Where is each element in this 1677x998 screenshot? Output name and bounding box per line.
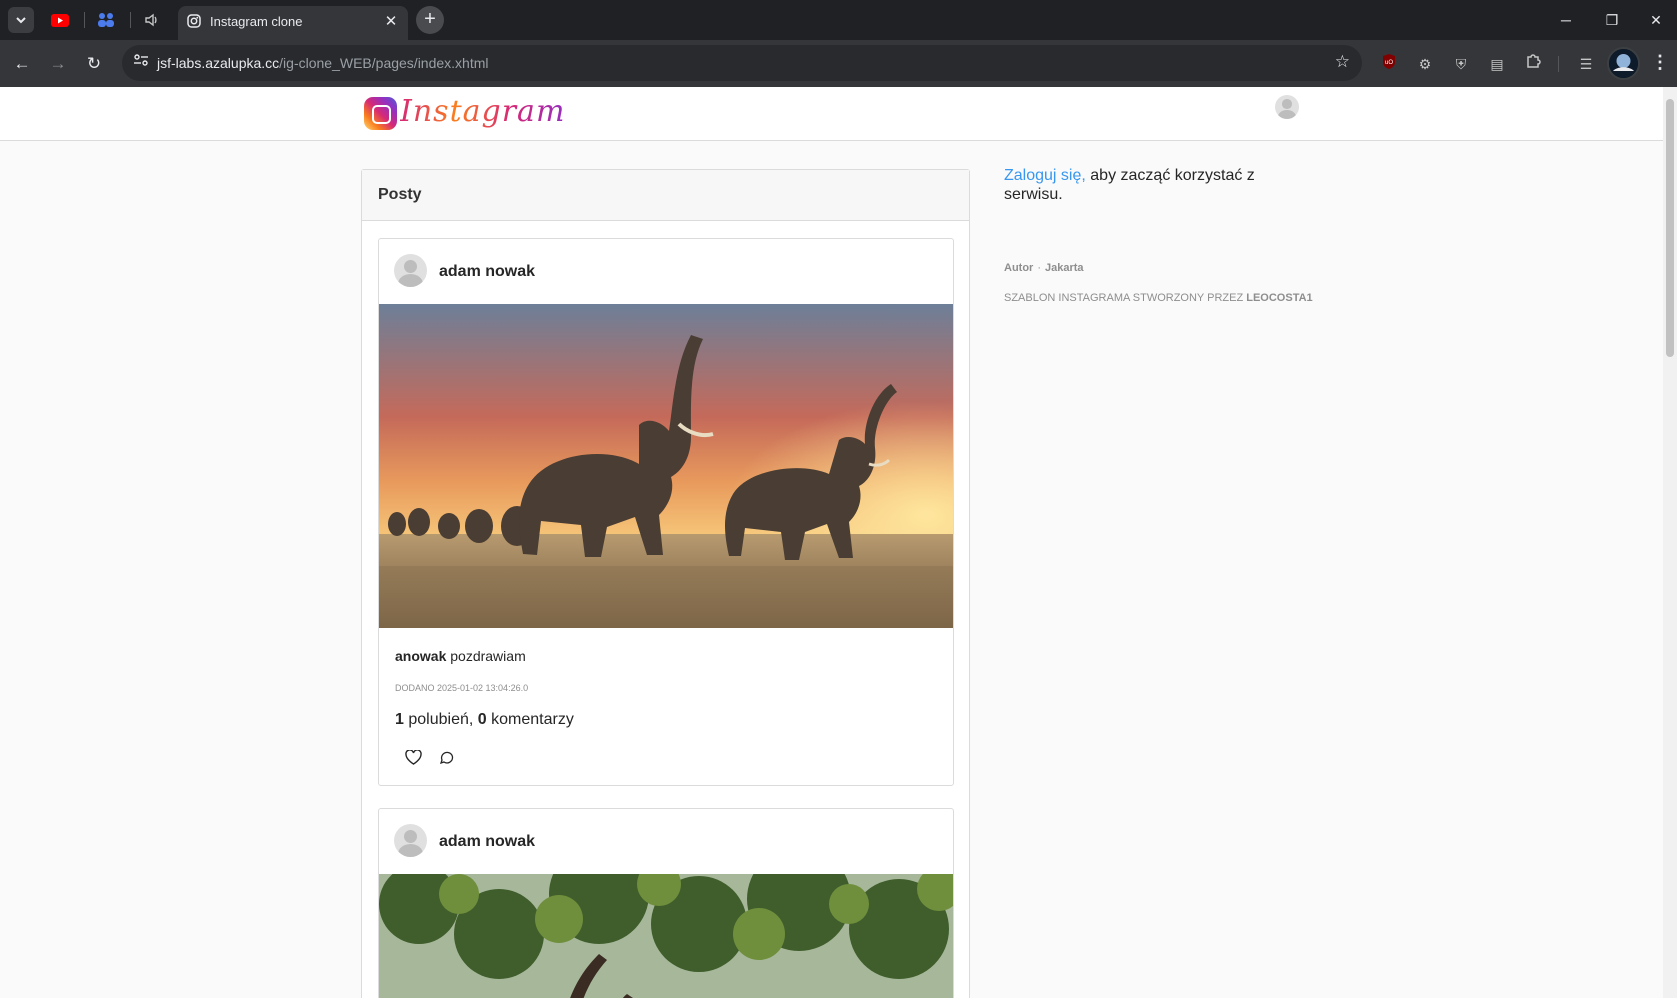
posts-card: Posty adam nowak anowak pozdrawiam DODAN… bbox=[361, 169, 970, 998]
post-card: adam nowak bbox=[378, 238, 954, 786]
url-path: /ig-clone_WEB/pages/index.xhtml bbox=[279, 55, 489, 71]
forward-icon[interactable]: → bbox=[44, 50, 72, 78]
post-counts: 1 polubień, 0 komentarzy bbox=[395, 711, 574, 729]
posts-title: Posty bbox=[378, 186, 422, 203]
minimize-icon[interactable]: ─ bbox=[1552, 8, 1580, 32]
youtube-icon bbox=[51, 13, 69, 27]
chevron-down-icon bbox=[16, 17, 26, 24]
footer-meta: Autor · Jakarta bbox=[1004, 262, 1084, 274]
credit-name[interactable]: LEOCOSTA1 bbox=[1246, 292, 1312, 304]
post-author-avatar[interactable] bbox=[394, 824, 427, 857]
toolbar-divider bbox=[1558, 56, 1559, 72]
plus-icon[interactable]: + bbox=[416, 6, 444, 34]
post-author-avatar[interactable] bbox=[394, 254, 427, 287]
comment-button[interactable] bbox=[435, 745, 459, 769]
url-text[interactable]: jsf-labs.azalupka.cc/ig-clone_WEB/pages/… bbox=[157, 55, 489, 71]
tab-divider bbox=[130, 12, 131, 28]
likes-label: polubień, bbox=[408, 711, 474, 728]
tab-divider bbox=[84, 12, 85, 28]
site-info-icon[interactable] bbox=[128, 50, 154, 76]
post-author-name[interactable]: adam nowak bbox=[439, 263, 535, 281]
instagram-favicon-icon bbox=[187, 14, 201, 28]
puzzle-icon[interactable] bbox=[1522, 53, 1544, 75]
post-caption-text: pozdrawiam bbox=[450, 648, 526, 664]
ublock-icon[interactable]: uO bbox=[1378, 53, 1400, 75]
post-image-elephants[interactable] bbox=[379, 304, 954, 628]
post-date: DODANO 2025-01-02 13:04:26.0 bbox=[395, 683, 529, 693]
heart-icon bbox=[404, 749, 422, 765]
like-button[interactable] bbox=[401, 745, 425, 769]
comments-label: komentarzy bbox=[491, 711, 574, 728]
kebab-menu-icon[interactable]: ⋮ bbox=[1651, 52, 1669, 73]
page-scrollbar[interactable] bbox=[1663, 87, 1677, 998]
login-link[interactable]: Zaloguj się, bbox=[1004, 167, 1086, 184]
meta-separator: · bbox=[1037, 262, 1041, 274]
profile-avatar[interactable] bbox=[1607, 47, 1640, 80]
tab-search-button[interactable] bbox=[8, 7, 34, 33]
comment-icon bbox=[440, 751, 454, 764]
meta-author[interactable]: Autor bbox=[1004, 262, 1033, 274]
instagram-logo-text[interactable]: Instagram bbox=[400, 94, 565, 129]
scrollbar-thumb[interactable] bbox=[1666, 99, 1674, 357]
active-tab[interactable]: Instagram clone ✕ bbox=[178, 6, 408, 40]
likes-count: 1 bbox=[395, 711, 404, 728]
post-caption: anowak pozdrawiam bbox=[395, 648, 526, 664]
site-header: Instagram bbox=[0, 87, 1663, 141]
reading-list-icon[interactable]: ☰ bbox=[1575, 53, 1597, 75]
pinned-tab-youtube[interactable] bbox=[40, 6, 80, 34]
web-page: Instagram Posty adam nowak anowak pozdra… bbox=[0, 87, 1663, 998]
teams-icon bbox=[98, 13, 114, 27]
volume-icon bbox=[145, 13, 157, 27]
template-credit: SZABLON INSTAGRAMA STWORZONY PRZEZ LEOCO… bbox=[1004, 292, 1313, 304]
star-icon[interactable]: ☆ bbox=[1335, 52, 1350, 72]
svg-text:uO: uO bbox=[1385, 60, 1393, 66]
pinned-tab-audio[interactable] bbox=[132, 6, 172, 34]
browser-tab-strip: Instagram clone ✕ + ─ ❐ ✕ bbox=[0, 0, 1677, 40]
instagram-logo-icon[interactable] bbox=[364, 97, 397, 130]
address-bar[interactable]: jsf-labs.azalupka.cc/ig-clone_WEB/pages/… bbox=[122, 45, 1362, 81]
comments-count: 0 bbox=[477, 711, 487, 728]
close-window-icon[interactable]: ✕ bbox=[1642, 8, 1670, 32]
close-icon[interactable]: ✕ bbox=[382, 13, 400, 31]
user-avatar-icon[interactable] bbox=[1275, 95, 1299, 119]
url-host: jsf-labs.azalupka.cc bbox=[157, 55, 280, 71]
post-card: adam nowak bbox=[378, 808, 954, 998]
restore-icon[interactable]: ❐ bbox=[1598, 8, 1626, 32]
credit-prefix: SZABLON INSTAGRAMA STWORZONY PRZEZ bbox=[1004, 292, 1244, 304]
pinned-tab-teams[interactable] bbox=[86, 6, 126, 34]
reload-icon[interactable]: ↻ bbox=[80, 50, 108, 78]
back-icon[interactable]: ← bbox=[8, 50, 36, 78]
folder-extension-icon[interactable]: ▤ bbox=[1486, 53, 1508, 75]
posts-card-header: Posty bbox=[362, 170, 969, 221]
shield-extension-icon[interactable]: ⛨ bbox=[1450, 53, 1472, 75]
meta-tech[interactable]: Jakarta bbox=[1045, 262, 1084, 274]
post-username[interactable]: anowak bbox=[395, 648, 446, 664]
post-author-name[interactable]: adam nowak bbox=[439, 833, 535, 851]
browser-toolbar: ← → ↻ jsf-labs.azalupka.cc/ig-clone_WEB/… bbox=[0, 40, 1677, 87]
tab-title: Instagram clone bbox=[210, 14, 303, 29]
post-image-foliage[interactable] bbox=[379, 874, 954, 998]
login-prompt: Zaloguj się, aby zacząć korzystać z serw… bbox=[1004, 166, 1274, 204]
gear-extension-icon[interactable]: ⚙ bbox=[1414, 53, 1436, 75]
